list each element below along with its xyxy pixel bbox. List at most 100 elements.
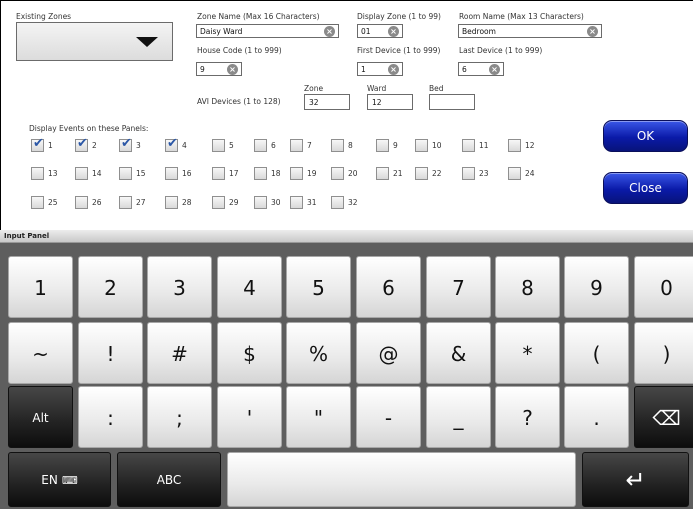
key-1[interactable]: 1 xyxy=(8,256,73,318)
clear-icon[interactable]: × xyxy=(489,64,500,75)
key-9[interactable]: 9 xyxy=(564,256,629,318)
checkbox-unchecked[interactable] xyxy=(331,196,344,209)
checkbox-unchecked[interactable] xyxy=(212,167,225,180)
clear-icon[interactable]: × xyxy=(587,26,598,37)
panel-checkbox-22[interactable]: 22 xyxy=(415,167,449,180)
existing-zones-dropdown[interactable] xyxy=(16,22,173,61)
panel-checkbox-12[interactable]: 12 xyxy=(508,139,542,152)
alt-key[interactable]: Alt xyxy=(8,386,73,448)
key-2[interactable]: 2 xyxy=(78,256,143,318)
panel-checkbox-21[interactable]: 21 xyxy=(376,167,410,180)
key-period[interactable]: . xyxy=(564,386,629,448)
checkbox-checked[interactable]: ✔ xyxy=(119,137,132,152)
backspace-icon[interactable]: ⌫ xyxy=(634,386,693,448)
panel-checkbox-27[interactable]: 27 xyxy=(119,196,153,209)
clear-icon[interactable]: × xyxy=(388,64,399,75)
close-button[interactable]: Close xyxy=(603,172,688,204)
checkbox-unchecked[interactable] xyxy=(31,167,44,180)
panel-checkbox-3[interactable]: ✔ 3 xyxy=(119,137,153,152)
key-percent[interactable]: % xyxy=(286,322,351,384)
key-at[interactable]: @ xyxy=(356,322,421,384)
panel-checkbox-26[interactable]: 26 xyxy=(75,196,109,209)
key-hash[interactable]: # xyxy=(147,322,212,384)
panel-checkbox-13[interactable]: 13 xyxy=(31,167,65,180)
clear-icon[interactable]: × xyxy=(324,26,335,37)
key-quote[interactable]: " xyxy=(286,386,351,448)
panel-checkbox-30[interactable]: 30 xyxy=(254,196,288,209)
checkbox-unchecked[interactable] xyxy=(165,196,178,209)
key-7[interactable]: 7 xyxy=(426,256,491,318)
checkbox-unchecked[interactable] xyxy=(290,167,303,180)
checkbox-unchecked[interactable] xyxy=(508,167,521,180)
first-device-field[interactable]: 1 × xyxy=(357,62,403,76)
clear-icon[interactable]: × xyxy=(227,64,238,75)
abc-key[interactable]: ABC xyxy=(117,452,221,507)
ok-button[interactable]: OK xyxy=(603,120,688,152)
panel-checkbox-23[interactable]: 23 xyxy=(462,167,496,180)
checkbox-unchecked[interactable] xyxy=(376,167,389,180)
checkbox-unchecked[interactable] xyxy=(462,139,475,152)
panel-checkbox-8[interactable]: 8 xyxy=(331,139,365,152)
checkbox-unchecked[interactable] xyxy=(254,167,267,180)
display-zone-field[interactable]: 01 × xyxy=(357,24,403,38)
checkbox-unchecked[interactable] xyxy=(212,196,225,209)
checkbox-checked[interactable]: ✔ xyxy=(165,137,178,152)
panel-checkbox-4[interactable]: ✔ 4 xyxy=(165,137,199,152)
panel-checkbox-19[interactable]: 19 xyxy=(290,167,324,180)
panel-checkbox-6[interactable]: 6 xyxy=(254,139,288,152)
key-right-paren[interactable]: ) xyxy=(634,322,693,384)
panel-checkbox-10[interactable]: 10 xyxy=(415,139,449,152)
key-5[interactable]: 5 xyxy=(286,256,351,318)
checkbox-unchecked[interactable] xyxy=(508,139,521,152)
checkbox-checked[interactable]: ✔ xyxy=(31,137,44,152)
panel-checkbox-14[interactable]: 14 xyxy=(75,167,109,180)
panel-checkbox-24[interactable]: 24 xyxy=(508,167,542,180)
enter-key[interactable]: ↵ xyxy=(582,452,689,507)
panel-checkbox-18[interactable]: 18 xyxy=(254,167,288,180)
checkbox-unchecked[interactable] xyxy=(415,139,428,152)
zone-name-field[interactable]: Daisy Ward × xyxy=(196,24,339,38)
panel-checkbox-9[interactable]: 9 xyxy=(376,139,410,152)
panel-checkbox-16[interactable]: 16 xyxy=(165,167,199,180)
key-question[interactable]: ? xyxy=(495,386,560,448)
checkbox-unchecked[interactable] xyxy=(212,139,225,152)
checkbox-unchecked[interactable] xyxy=(376,139,389,152)
key-dollar[interactable]: $ xyxy=(217,322,282,384)
key-6[interactable]: 6 xyxy=(356,256,421,318)
avi-bed-field[interactable] xyxy=(429,94,475,110)
panel-checkbox-7[interactable]: 7 xyxy=(290,139,324,152)
key-4[interactable]: 4 xyxy=(217,256,282,318)
panel-checkbox-17[interactable]: 17 xyxy=(212,167,246,180)
checkbox-checked[interactable]: ✔ xyxy=(75,137,88,152)
checkbox-unchecked[interactable] xyxy=(75,167,88,180)
panel-checkbox-5[interactable]: 5 xyxy=(212,139,246,152)
panel-checkbox-29[interactable]: 29 xyxy=(212,196,246,209)
checkbox-unchecked[interactable] xyxy=(165,167,178,180)
key-3[interactable]: 3 xyxy=(147,256,212,318)
checkbox-unchecked[interactable] xyxy=(331,167,344,180)
panel-checkbox-11[interactable]: 11 xyxy=(462,139,496,152)
key-apostrophe[interactable]: ' xyxy=(217,386,282,448)
checkbox-unchecked[interactable] xyxy=(75,196,88,209)
checkbox-unchecked[interactable] xyxy=(331,139,344,152)
checkbox-unchecked[interactable] xyxy=(415,167,428,180)
panel-checkbox-20[interactable]: 20 xyxy=(331,167,365,180)
avi-ward-field[interactable]: 12 xyxy=(367,94,413,110)
space-key[interactable] xyxy=(227,452,576,507)
language-key[interactable]: EN ⌨ xyxy=(8,452,111,507)
key-semicolon[interactable]: ; xyxy=(147,386,212,448)
checkbox-unchecked[interactable] xyxy=(119,167,132,180)
panel-checkbox-15[interactable]: 15 xyxy=(119,167,153,180)
key-underscore[interactable]: _ xyxy=(426,386,491,448)
panel-checkbox-32[interactable]: 32 xyxy=(331,196,365,209)
checkbox-unchecked[interactable] xyxy=(462,167,475,180)
key-tilde[interactable]: ~ xyxy=(8,322,73,384)
key-asterisk[interactable]: * xyxy=(495,322,560,384)
key-hyphen[interactable]: - xyxy=(356,386,421,448)
panel-checkbox-28[interactable]: 28 xyxy=(165,196,199,209)
key-8[interactable]: 8 xyxy=(495,256,560,318)
key-left-paren[interactable]: ( xyxy=(564,322,629,384)
checkbox-unchecked[interactable] xyxy=(254,196,267,209)
checkbox-unchecked[interactable] xyxy=(31,196,44,209)
checkbox-unchecked[interactable] xyxy=(119,196,132,209)
